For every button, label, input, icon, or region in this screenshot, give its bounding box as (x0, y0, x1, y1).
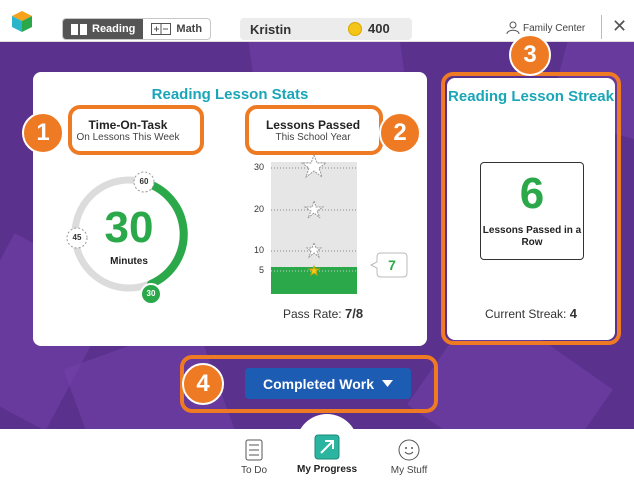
tab-math-label: Math (176, 23, 203, 35)
coin-count: 400 (368, 21, 390, 36)
caret-down-icon (381, 379, 393, 387)
family-center-link[interactable]: Family Center (506, 21, 585, 35)
header-divider (601, 15, 602, 39)
close-icon[interactable]: ✕ (612, 16, 627, 37)
annotation-highlight-1 (68, 105, 204, 155)
annotation-badge-2: 2 (379, 112, 421, 154)
pass-rate-label: Pass Rate: (282, 307, 342, 321)
annotation-highlight-3 (441, 72, 621, 345)
subject-tabs: Reading Math (62, 18, 212, 40)
student-name: Kristin (250, 21, 292, 37)
axis-tick-5: 5 (258, 265, 264, 275)
gauge-marker-30: 30 (146, 289, 156, 298)
checklist-icon (245, 439, 263, 461)
pass-rate: Pass Rate: 7/8 (253, 306, 393, 321)
plus-minus-icon (151, 23, 172, 35)
book-icon (71, 23, 87, 35)
annotation-badge-3: 3 (509, 34, 551, 76)
axis-tick-30: 30 (253, 162, 264, 172)
annotation-badge-4: 4 (182, 363, 224, 405)
nav-my-stuff[interactable]: My Stuff (369, 439, 449, 476)
completed-work-label: Completed Work (263, 375, 374, 392)
nav-my-stuff-label: My Stuff (390, 465, 428, 476)
lessons-passed-chart (271, 153, 408, 294)
coin-icon (348, 22, 362, 36)
axis-tick-20: 20 (253, 204, 264, 214)
nav-my-progress[interactable]: My Progress (287, 434, 367, 475)
family-center-label: Family Center (523, 22, 586, 34)
completed-work-button[interactable]: Completed Work (245, 368, 411, 399)
tab-math[interactable]: Math (143, 19, 210, 39)
progress-arrow-icon (314, 434, 340, 460)
axis-tick-10: 10 (253, 245, 264, 255)
nav-my-progress-label: My Progress (296, 464, 358, 475)
nav-to-do-label: To Do (240, 465, 268, 476)
bottom-nav: To Do My Progress My Stuff (0, 429, 634, 484)
time-on-task-unit: Minutes (110, 256, 148, 267)
time-on-task-value: 30 (104, 203, 154, 252)
tab-reading[interactable]: Reading (63, 19, 144, 39)
family-icon (506, 21, 520, 35)
gauge-marker-60: 60 (139, 177, 149, 186)
stats-card-title: Reading Lesson Stats (151, 86, 309, 103)
nav-to-do[interactable]: To Do (214, 439, 294, 476)
app-logo-icon (12, 11, 32, 32)
tab-reading-label: Reading (92, 23, 136, 35)
smiley-icon (398, 439, 420, 461)
annotation-badge-1: 1 (22, 112, 64, 154)
pass-rate-value: 7/8 (344, 306, 364, 321)
annotation-highlight-2 (245, 105, 383, 155)
lessons-passed-value: 7 (388, 257, 396, 273)
